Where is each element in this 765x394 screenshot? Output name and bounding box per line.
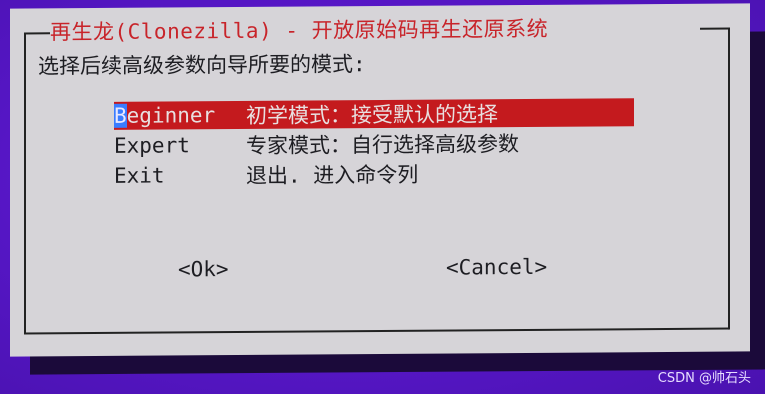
cancel-button[interactable]: <Cancel> <box>446 255 547 280</box>
menu-item-beginner[interactable]: Beginner 初学模式：接受默认的选择 <box>114 98 634 130</box>
menu-item-key: Expert <box>114 133 190 158</box>
dialog-prompt: 选择后续高级参数向导所要的模式: <box>38 52 366 79</box>
dialog-frame-top-right <box>700 27 730 30</box>
menu-item-expert[interactable]: Expert 专家模式：自行选择高级参数 <box>114 129 519 160</box>
selection-cursor: B <box>114 103 127 128</box>
menu-item-key: Exit <box>114 163 165 188</box>
menu-item-description: 初学模式：接受默认的选择 <box>246 102 498 128</box>
menu-item-description: 退出. 进入命令列 <box>246 162 419 188</box>
dialog-title: 再生龙(Clonezilla) - 开放原始码再生还原系统 <box>50 16 549 45</box>
mode-selection-dialog: 再生龙(Clonezilla) - 开放原始码再生还原系统 选择后续高级参数向导… <box>10 3 750 357</box>
menu-item-key-rest: eginner <box>126 103 216 128</box>
ok-button[interactable]: <Ok> <box>178 257 229 281</box>
menu-item-description: 专家模式：自行选择高级参数 <box>246 132 519 158</box>
watermark-text: CSDN @帅石头 <box>657 371 751 386</box>
menu-item-exit[interactable]: Exit 退出. 进入命令列 <box>114 160 418 190</box>
menu-item-key: Beginner <box>114 103 246 128</box>
dialog-frame-top-left <box>24 32 50 35</box>
